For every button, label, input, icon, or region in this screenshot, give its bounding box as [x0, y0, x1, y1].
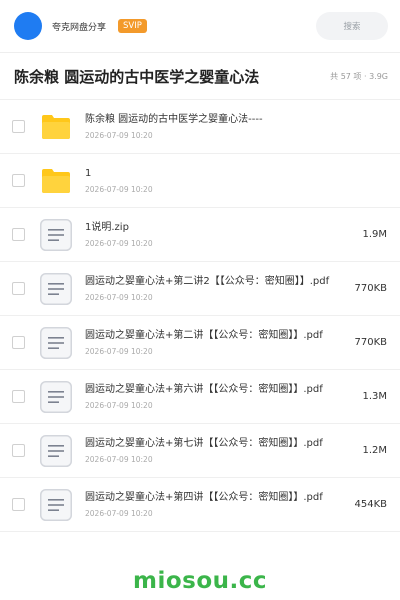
file-name: 圆运动之婴童心法+第六讲【【公众号：密知圈】】.pdf — [85, 383, 323, 395]
row-checkbox[interactable] — [12, 390, 25, 403]
row-checkbox[interactable] — [12, 174, 25, 187]
file-name: 陈余粮 圆运动的古中医学之婴童心法---- — [85, 113, 263, 125]
file-date: 2026-07-09 10:20 — [85, 346, 153, 356]
file-size: 770KB — [354, 337, 387, 348]
document-icon — [39, 218, 73, 252]
header: 夸克网盘分享 SVIP 搜索 — [0, 0, 400, 52]
file-name: 1说明.zip — [85, 221, 129, 233]
list-item[interactable]: 圆运动之婴童心法+第四讲【【公众号：密知圈】】.pdf 2026-07-09 1… — [0, 478, 400, 532]
item-count: 共 57 项 · 3.9G — [330, 71, 388, 81]
document-icon — [39, 326, 73, 360]
list-item[interactable]: 陈余粮 圆运动的古中医学之婴童心法---- 2026-07-09 10:20 — [0, 100, 400, 154]
document-icon — [39, 272, 73, 306]
folder-icon — [39, 110, 73, 144]
file-date: 2026-07-09 10:20 — [85, 454, 153, 464]
file-size: 1.3M — [362, 391, 387, 402]
row-checkbox[interactable] — [12, 282, 25, 295]
file-size: 454KB — [354, 499, 387, 510]
file-size: 1.9M — [362, 229, 387, 240]
file-date: 2026-07-09 10:20 — [85, 238, 153, 248]
row-checkbox[interactable] — [12, 444, 25, 457]
row-checkbox[interactable] — [12, 120, 25, 133]
file-size: 1.2M — [362, 445, 387, 456]
list-item[interactable]: 圆运动之婴童心法+第六讲【【公众号：密知圈】】.pdf 2026-07-09 1… — [0, 370, 400, 424]
page-title: 陈余粮 圆运动的古中医学之婴童心法 — [14, 67, 260, 86]
file-date: 2026-07-09 10:20 — [85, 130, 153, 140]
file-date: 2026-07-09 10:20 — [85, 292, 153, 302]
document-icon — [39, 380, 73, 414]
row-checkbox[interactable] — [12, 498, 25, 511]
file-list: 陈余粮 圆运动的古中医学之婴童心法---- 2026-07-09 10:20 1… — [0, 99, 400, 532]
list-item[interactable]: 1说明.zip 2026-07-09 10:20 1.9M — [0, 208, 400, 262]
watermark: miosou.cc — [132, 568, 268, 594]
file-name: 1 — [85, 167, 92, 179]
file-size: 770KB — [354, 283, 387, 294]
file-name: 圆运动之婴童心法+第四讲【【公众号：密知圈】】.pdf — [85, 491, 323, 503]
document-icon — [39, 434, 73, 468]
folder-icon — [39, 164, 73, 198]
file-name: 圆运动之婴童心法+第二讲【【公众号：密知圈】】.pdf — [85, 329, 323, 341]
site-name: 夸克网盘分享 — [52, 22, 107, 33]
file-date: 2026-07-09 10:20 — [85, 400, 153, 410]
file-date: 2026-07-09 10:20 — [85, 508, 153, 518]
file-name: 圆运动之婴童心法+第二讲2【【公众号：密知圈】】.pdf — [85, 275, 330, 287]
list-item[interactable]: 1 2026-07-09 10:20 — [0, 154, 400, 208]
file-date: 2026-07-09 10:20 — [85, 184, 153, 194]
svip-badge: SVIP — [118, 19, 147, 33]
file-name: 圆运动之婴童心法+第七讲【【公众号：密知圈】】.pdf — [85, 437, 323, 449]
list-item[interactable]: 圆运动之婴童心法+第二讲【【公众号：密知圈】】.pdf 2026-07-09 1… — [0, 316, 400, 370]
document-icon — [39, 488, 73, 522]
row-checkbox[interactable] — [12, 336, 25, 349]
search-input[interactable]: 搜索 — [316, 12, 388, 40]
list-item[interactable]: 圆运动之婴童心法+第七讲【【公众号：密知圈】】.pdf 2026-07-09 1… — [0, 424, 400, 478]
list-item[interactable]: 圆运动之婴童心法+第二讲2【【公众号：密知圈】】.pdf 2026-07-09 … — [0, 262, 400, 316]
avatar[interactable] — [14, 12, 42, 40]
title-bar: 陈余粮 圆运动的古中医学之婴童心法 共 57 项 · 3.9G — [0, 53, 400, 99]
row-checkbox[interactable] — [12, 228, 25, 241]
